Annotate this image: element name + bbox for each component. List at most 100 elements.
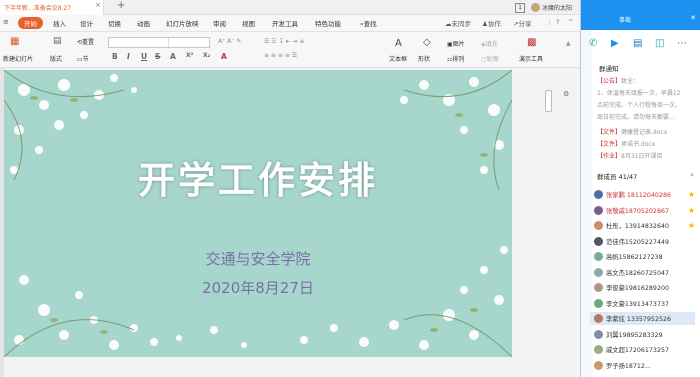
homework-item[interactable]: 【作业】8月31日开课目 — [597, 151, 662, 160]
menu-bar: ≡ 开始 插入 设计 切换 动画 幻灯片放映 审阅 视图 开发工具 特色功能 ⌕… — [0, 15, 580, 32]
font-size-field[interactable] — [168, 38, 206, 47]
slide-canvas[interactable]: 开学工作安排 交通与安全学院 2020年8月27日 — [4, 70, 512, 357]
member-name: 李俊豪19816289200 — [606, 285, 669, 292]
font-color-button[interactable]: A — [221, 52, 227, 61]
present-tool-icon[interactable]: ▩ — [527, 37, 536, 48]
member-row[interactable]: 戚文超17206173257 — [594, 343, 697, 356]
wps-window: 下半年新...准备会议8.27 × + 1 冰魔的太阳 ≡ 开始 插入 设计 切… — [0, 0, 580, 377]
shape-button[interactable]: 形状 — [418, 54, 430, 63]
close-icon[interactable]: ✕ — [690, 14, 696, 22]
member-row[interactable]: 李文豪13913473737 — [594, 297, 697, 310]
outline-button[interactable]: ▢轮廓 — [481, 54, 499, 63]
new-slide-icon[interactable]: ▦ — [10, 36, 19, 47]
member-row[interactable]: 李紫炫 13357952526 — [590, 312, 695, 325]
layout-icon[interactable]: ▤ — [53, 36, 62, 46]
tab-insert[interactable]: 插入 — [53, 18, 66, 28]
hamburger-menu-icon[interactable]: ≡ — [3, 18, 9, 26]
collab-label: 协作 — [487, 20, 501, 28]
member-row[interactable]: 范佳伟15205227449 — [594, 235, 697, 248]
avatar — [594, 329, 603, 339]
arrange-button[interactable]: ⚏排列 — [447, 54, 464, 63]
vertical-scrollbar[interactable] — [545, 90, 552, 112]
member-row[interactable]: 张敬威18705202867 ★ — [594, 204, 697, 217]
bold-button[interactable]: B — [112, 52, 118, 61]
section-button[interactable]: ▭节 — [77, 54, 89, 63]
search-icon[interactable]: ⌕ — [690, 171, 694, 180]
tab-transition[interactable]: 切换 — [108, 18, 121, 28]
video-icon[interactable]: ▶ — [611, 38, 619, 49]
outline-label: 轮廓 — [486, 56, 499, 63]
fill-button[interactable]: ◈填充 — [481, 39, 498, 48]
member-row[interactable]: 李俊豪19816289200 — [594, 281, 697, 294]
picture-label: 图片 — [452, 41, 465, 48]
member-row[interactable]: 罗子扬18712... — [594, 359, 697, 372]
slide-title[interactable]: 开学工作安排 — [4, 150, 512, 204]
italic-button[interactable]: I — [127, 52, 130, 61]
file-item[interactable]: 【文件】健康登记表.docx — [597, 127, 667, 136]
member-row[interactable]: 杜彤，13914832640 ★ — [594, 219, 697, 232]
underline-button[interactable]: U — [141, 52, 147, 61]
member-row[interactable]: 张家鹏 18112040286 ★ — [594, 188, 697, 201]
avatar — [594, 298, 603, 308]
tab-view[interactable]: 视图 — [242, 18, 255, 28]
text-shadow-button[interactable]: A — [170, 52, 176, 61]
new-tab-icon[interactable]: + — [117, 0, 125, 11]
scroll-up-icon[interactable]: ▲ — [566, 40, 571, 47]
superscript-button[interactable]: X² — [186, 52, 193, 59]
grow-font-icon[interactable]: A⁺ A⁻ ✎ — [218, 38, 241, 45]
tab-review[interactable]: 审阅 — [213, 18, 226, 28]
tab-developer[interactable]: 开发工具 — [272, 18, 298, 28]
tab-slideshow[interactable]: 幻灯片放映 — [166, 18, 199, 28]
user-account[interactable]: 冰魔的太阳 — [530, 3, 572, 12]
subscript-button[interactable]: X₂ — [203, 52, 210, 59]
picture-button[interactable]: ▣图片 — [447, 39, 465, 48]
member-row[interactable]: 刘翼19895283329 — [594, 328, 697, 341]
strike-button[interactable]: S — [155, 52, 160, 61]
avatar — [594, 205, 603, 215]
notice-line: 1、体温每天填报一次，早晨12 — [597, 90, 681, 97]
panel-settings-icon[interactable]: ⚙ — [563, 90, 569, 98]
more-icon[interactable]: ⋯ — [677, 38, 687, 49]
reset-button[interactable]: ⟲重置 — [77, 37, 94, 46]
avatar — [594, 345, 603, 354]
paragraph-icons[interactable]: ☰ ☷ ↧ ⇤ ⇥ ≡ — [264, 38, 304, 45]
present-tool-button[interactable]: 演示工具 — [519, 54, 543, 63]
search-button[interactable]: ⌕查找 — [360, 18, 377, 29]
shape-icon[interactable]: ◇ — [423, 37, 431, 48]
notice-header-tag: 【公告】 — [597, 78, 622, 85]
align-icons[interactable]: ≡ ≡ ≡ ≡ ☰ — [264, 52, 297, 59]
tab-home[interactable]: 开始 — [18, 17, 43, 29]
fill-label: 填充 — [485, 41, 498, 48]
tab-close-icon[interactable]: × — [95, 1, 101, 9]
tab-design[interactable]: 设计 — [80, 18, 93, 28]
textbox-button[interactable]: 文本框 — [389, 54, 407, 63]
slide-date[interactable]: 2020年8月27日 — [4, 277, 512, 298]
member-row[interactable]: 高帆15862127238 — [594, 250, 697, 263]
app-icon[interactable]: ◫ — [655, 38, 664, 49]
file-item[interactable]: 【文件】承诺书.docx — [597, 139, 655, 148]
textbox-icon[interactable]: A — [395, 38, 402, 49]
sync-button[interactable]: ☁未同步 — [445, 18, 471, 28]
member-row[interactable]: 高文杰18260725047 — [594, 266, 697, 279]
file-tag: 【文件】 — [597, 141, 622, 148]
flower-decoration — [4, 70, 512, 357]
phone-icon[interactable]: ✆ — [589, 38, 597, 49]
share-button[interactable]: ↗分享 — [513, 18, 531, 28]
chevron-up-icon[interactable]: ^ — [568, 18, 573, 26]
title-bar-right: 1 冰魔的太阳 — [514, 2, 572, 13]
more-icon[interactable]: ⋮ — [546, 18, 553, 26]
member-name: 杜彤，13914832640 — [606, 223, 669, 230]
slide-subtitle[interactable]: 交通与安全学院 — [4, 248, 512, 269]
new-slide-button[interactable]: 新建幻灯片 — [3, 54, 33, 63]
document-tab[interactable]: 下半年新...准备会议8.27 × — [0, 0, 104, 15]
help-icon[interactable]: ? — [556, 18, 559, 26]
window-count-badge[interactable]: 1 — [514, 2, 525, 13]
file-icon[interactable]: ▤ — [633, 38, 642, 49]
notice-header-gray: 致全： — [621, 78, 640, 85]
tab-animation[interactable]: 动画 — [137, 18, 150, 28]
layout-button[interactable]: 版式 — [50, 54, 62, 63]
collab-button[interactable]: ♟协作 — [482, 18, 501, 28]
share-label: 分享 — [518, 20, 532, 28]
notice-line: 点前完成。个人行程每周一次， — [597, 102, 682, 109]
tab-special[interactable]: 特色功能 — [315, 18, 341, 28]
